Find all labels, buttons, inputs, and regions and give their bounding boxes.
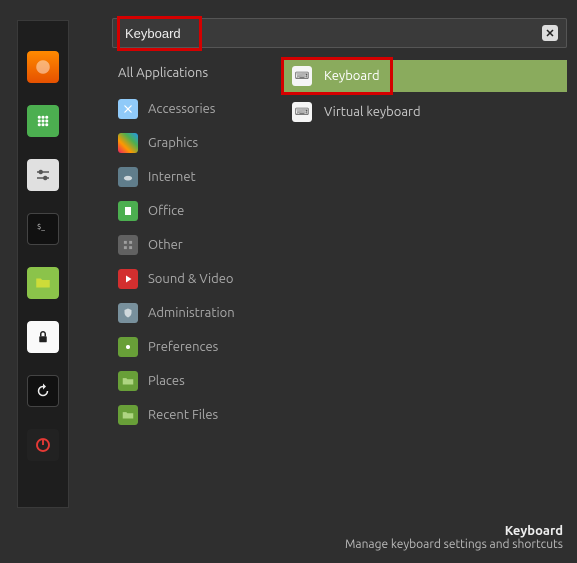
terminal-icon: $_	[34, 220, 52, 238]
application-menu: ✕ All Applications Accessories Graphics	[112, 18, 567, 510]
reload-launcher[interactable]	[27, 375, 59, 407]
clear-search-button[interactable]: ✕	[542, 25, 558, 41]
launcher-sidebar: $_	[17, 20, 69, 508]
category-label: Preferences	[148, 340, 218, 354]
category-all-applications[interactable]: All Applications	[112, 58, 272, 92]
status-footer: Keyboard Manage keyboard settings and sh…	[345, 524, 563, 551]
folder-icon	[118, 371, 138, 391]
scissors-icon	[118, 99, 138, 119]
files-launcher[interactable]	[27, 267, 59, 299]
result-label: Virtual keyboard	[324, 105, 421, 119]
category-places[interactable]: Places	[112, 364, 272, 398]
cloud-icon	[118, 167, 138, 187]
category-label: Office	[148, 204, 184, 218]
category-graphics[interactable]: Graphics	[112, 126, 272, 160]
keyboard-icon: ⌨	[292, 102, 312, 122]
reload-icon	[34, 382, 52, 400]
category-label: Internet	[148, 170, 196, 184]
svg-text:$_: $_	[37, 223, 45, 231]
sliders-icon	[34, 166, 52, 184]
apps-launcher[interactable]	[27, 105, 59, 137]
clear-icon: ✕	[545, 27, 554, 40]
footer-title: Keyboard	[345, 524, 563, 538]
category-label: Sound & Video	[148, 272, 234, 286]
category-label: Graphics	[148, 136, 198, 150]
power-launcher[interactable]	[27, 429, 59, 461]
firefox-launcher[interactable]	[27, 51, 59, 83]
power-icon	[34, 436, 52, 454]
result-keyboard[interactable]: ⌨ Keyboard	[284, 60, 567, 92]
category-office[interactable]: Office	[112, 194, 272, 228]
category-label: All Applications	[118, 66, 208, 80]
terminal-launcher[interactable]: $_	[27, 213, 59, 245]
category-label: Administration	[148, 306, 235, 320]
shield-icon	[118, 303, 138, 323]
play-icon	[118, 269, 138, 289]
grid-icon	[34, 112, 52, 130]
folder-clock-icon	[118, 405, 138, 425]
result-label: Keyboard	[324, 69, 380, 83]
category-list: All Applications Accessories Graphics In…	[112, 58, 272, 510]
menu-body: All Applications Accessories Graphics In…	[112, 58, 567, 510]
category-accessories[interactable]: Accessories	[112, 92, 272, 126]
search-results: ⌨ Keyboard ⌨ Virtual keyboard	[284, 58, 567, 510]
category-internet[interactable]: Internet	[112, 160, 272, 194]
firefox-icon	[34, 58, 52, 76]
keyboard-icon: ⌨	[292, 66, 312, 86]
category-label: Other	[148, 238, 183, 252]
search-input[interactable]	[121, 26, 542, 41]
folder-icon	[34, 274, 52, 292]
settings-launcher[interactable]	[27, 159, 59, 191]
search-row: ✕	[112, 18, 567, 48]
category-label: Recent Files	[148, 408, 218, 422]
grid-icon	[118, 235, 138, 255]
category-other[interactable]: Other	[112, 228, 272, 262]
footer-description: Manage keyboard settings and shortcuts	[345, 538, 563, 551]
category-recent-files[interactable]: Recent Files	[112, 398, 272, 432]
category-preferences[interactable]: Preferences	[112, 330, 272, 364]
category-label: Accessories	[148, 102, 215, 116]
result-virtual-keyboard[interactable]: ⌨ Virtual keyboard	[284, 96, 567, 128]
category-administration[interactable]: Administration	[112, 296, 272, 330]
document-icon	[118, 201, 138, 221]
lock-launcher[interactable]	[27, 321, 59, 353]
lock-icon	[34, 328, 52, 346]
gear-icon	[118, 337, 138, 357]
category-label: Places	[148, 374, 185, 388]
category-sound-video[interactable]: Sound & Video	[112, 262, 272, 296]
palette-icon	[118, 133, 138, 153]
